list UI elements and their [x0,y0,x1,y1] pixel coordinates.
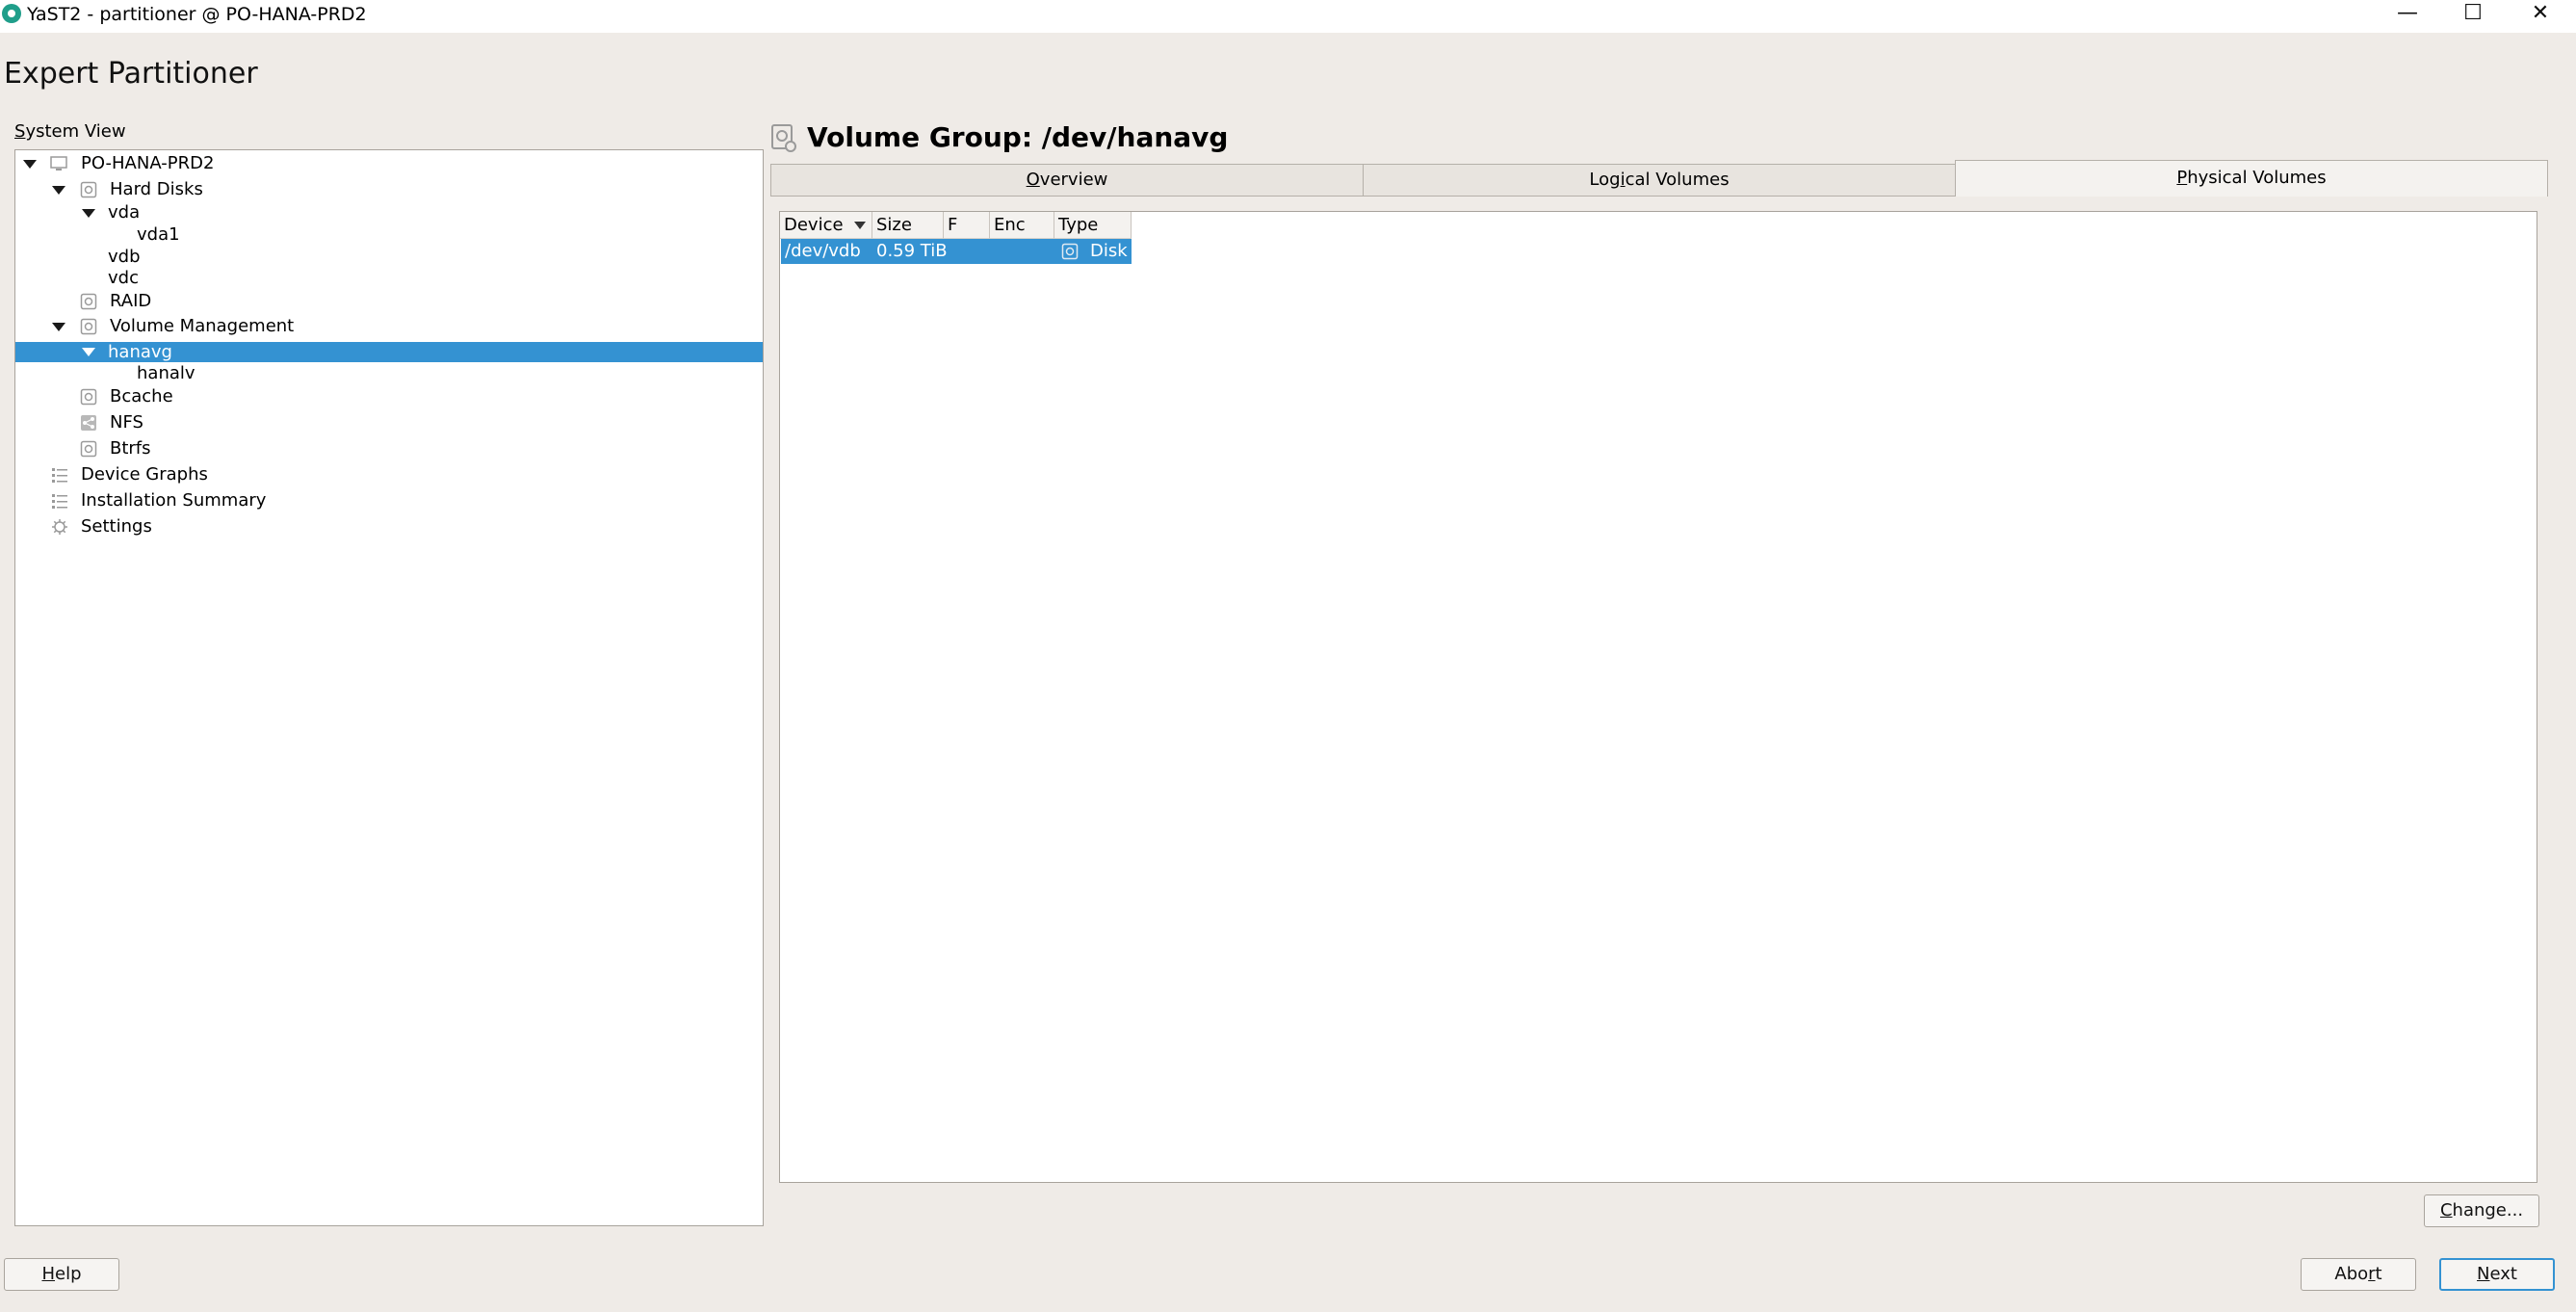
tree-item-po-hana-prd2[interactable]: PO-HANA-PRD2 [15,152,763,175]
tab-physical-volumes[interactable]: Physical Volumes [1955,160,2548,197]
tree-item-label: PO-HANA-PRD2 [81,153,215,173]
next-button[interactable]: Next [2439,1258,2555,1291]
computer-icon [50,156,67,171]
help-button[interactable]: Help [4,1258,119,1291]
cell-type: Disk [1090,241,1128,261]
tree-item-volume-management[interactable]: Volume Management [15,315,763,338]
column-header-enc[interactable]: Enc [990,212,1054,239]
tree-item-installation-summary[interactable]: Installation Summary [15,489,763,512]
cell-size: 0.59 TiB [876,241,948,261]
disk-icon [80,181,97,198]
expand-arrow-icon[interactable] [52,323,65,331]
tree-item-label: vda1 [137,224,180,245]
tree-item-btrfs[interactable]: Btrfs [15,437,763,460]
cell-f [944,239,948,264]
tree-item-vdc[interactable]: vdc [15,267,763,290]
settings-icon [52,519,67,535]
tab-overview[interactable]: Overview [770,164,1364,197]
expand-arrow-icon[interactable] [82,209,95,218]
page-title: Expert Partitioner [4,57,258,91]
disk-icon [1061,243,1079,260]
volume-management-icon [80,318,97,335]
tree-item-hanalv[interactable]: hanalv [15,362,763,385]
bcache-icon [80,388,97,406]
tree-item-label: Btrfs [110,438,151,459]
sort-descending-icon [854,222,866,229]
tree-item-label: Settings [81,516,152,537]
tab-logical-volumes[interactable]: Logical Volumes [1363,164,1956,197]
tree-item-label: vdc [108,268,139,288]
tree-item-label: RAID [110,291,152,311]
tree-item-hanavg[interactable]: hanavg [15,342,763,362]
tree-item-label: Installation Summary [81,490,267,511]
minimize-button[interactable]: — [2379,0,2436,29]
tree-item-label: NFS [110,412,143,433]
tree-item-label: hanalv [137,363,195,383]
raid-icon [80,293,97,310]
tree-item-label: Volume Management [110,316,295,336]
system-view-label: System View [14,121,126,142]
tree-item-label: Device Graphs [81,464,208,485]
column-header-device[interactable]: Device [780,212,872,239]
nfs-icon [81,415,96,431]
tree-item-device-graphs[interactable]: Device Graphs [15,463,763,486]
physical-volumes-table[interactable]: Device Size F Enc Type /dev/vdb 0.59 TiB… [779,211,2537,1183]
cell-enc [990,239,994,264]
volume-group-icon [771,124,796,152]
window-title: YaST2 - partitioner @ PO-HANA-PRD2 [27,4,367,25]
column-header-type[interactable]: Type [1054,212,1132,239]
tree-item-nfs[interactable]: NFS [15,411,763,434]
expand-arrow-icon[interactable] [52,186,65,195]
tree-item-vda1[interactable]: vda1 [15,223,763,247]
close-button[interactable]: ✕ [2511,0,2569,29]
yast-app-icon [2,4,21,23]
tree-item-label: vdb [108,247,141,267]
abort-button[interactable]: Abort [2301,1258,2416,1291]
column-header-size[interactable]: Size [872,212,944,239]
cell-device: /dev/vdb [785,241,861,261]
tree-item-vdb[interactable]: vdb [15,246,763,269]
tree-item-label: Bcache [110,386,173,407]
change-button[interactable]: Change... [2424,1194,2539,1227]
installation-summary-icon [52,494,67,509]
tree-item-hard-disks[interactable]: Hard Disks [15,178,763,201]
volume-group-title: Volume Group: /dev/hanavg [807,121,1229,153]
tree-item-label: vda [108,202,141,223]
device-graphs-icon [52,468,67,483]
expand-arrow-icon[interactable] [23,160,37,169]
tree-item-settings[interactable]: Settings [15,515,763,538]
tree-item-bcache[interactable]: Bcache [15,385,763,408]
tree-item-raid[interactable]: RAID [15,290,763,313]
system-view-tree[interactable]: PO-HANA-PRD2 Hard Disks vda vda1 vdb vdc… [14,149,764,1226]
tree-item-vda[interactable]: vda [15,201,763,224]
maximize-button[interactable]: ☐ [2444,0,2502,29]
window-title-bar: YaST2 - partitioner @ PO-HANA-PRD2 — ☐ ✕ [0,0,2576,33]
tree-item-label: hanavg [108,342,172,362]
btrfs-icon [80,440,97,458]
column-header-f[interactable]: F [944,212,990,239]
tree-item-label: Hard Disks [110,179,203,199]
expand-arrow-icon[interactable] [82,348,95,356]
